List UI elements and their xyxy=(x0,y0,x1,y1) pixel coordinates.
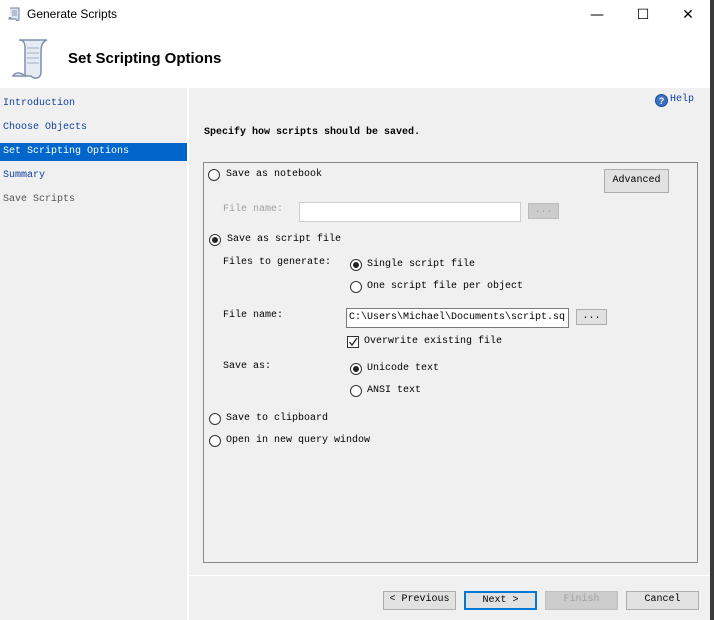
save-to-clipboard-label: Save to clipboard xyxy=(226,413,329,424)
overwrite-checkbox[interactable] xyxy=(347,336,359,348)
page-title: Set Scripting Options xyxy=(68,50,222,67)
sidebar-item-summary[interactable]: Summary xyxy=(0,167,187,185)
sidebar-item-save-scripts: Save Scripts xyxy=(3,194,76,205)
background-strip xyxy=(710,0,714,620)
maximize-button[interactable]: ☐ xyxy=(628,4,658,26)
window-title: Generate Scripts xyxy=(27,7,118,21)
help-link[interactable]: Help xyxy=(670,94,694,105)
footer-divider xyxy=(189,575,710,576)
file-name-label: File name: xyxy=(223,310,284,321)
ansi-text-label: ANSI text xyxy=(367,385,422,396)
scroll-icon xyxy=(8,7,20,21)
svg-text:?: ? xyxy=(659,96,665,106)
save-to-clipboard-radio[interactable] xyxy=(209,413,221,425)
save-notebook-radio[interactable] xyxy=(208,169,220,181)
sidebar-item-choose-objects[interactable]: Choose Objects xyxy=(0,119,187,137)
advanced-button[interactable]: Advanced xyxy=(604,169,669,193)
save-as-label: Save as: xyxy=(223,361,272,372)
previous-button[interactable]: < Previous xyxy=(383,591,456,610)
notebook-file-name-label: File name: xyxy=(223,204,284,215)
single-script-file-label: Single script file xyxy=(367,259,476,270)
one-file-per-object-label: One script file per object xyxy=(367,281,524,292)
scroll-icon xyxy=(11,39,48,79)
sidebar-item-introduction[interactable]: Introduction xyxy=(0,95,187,113)
single-script-file-radio[interactable] xyxy=(350,259,362,271)
help-icon[interactable]: ? xyxy=(655,94,668,107)
unicode-text-label: Unicode text xyxy=(367,363,440,374)
files-to-generate-label: Files to generate: xyxy=(223,257,332,268)
notebook-browse-button: ... xyxy=(528,203,559,219)
file-name-input[interactable]: C:\Users\Michael\Documents\script.sq xyxy=(346,308,569,328)
minimize-button[interactable]: — xyxy=(582,4,612,26)
notebook-file-name-input xyxy=(299,202,521,222)
open-query-window-label: Open in new query window xyxy=(226,435,371,446)
open-query-window-radio[interactable] xyxy=(209,435,221,447)
save-script-file-radio[interactable] xyxy=(209,234,221,246)
save-notebook-label: Save as notebook xyxy=(226,169,323,180)
ansi-text-radio[interactable] xyxy=(350,385,362,397)
close-button[interactable]: ✕ xyxy=(673,4,703,26)
checkmark-icon xyxy=(349,337,358,347)
section-heading: Specify how scripts should be saved. xyxy=(204,127,421,138)
overwrite-label: Overwrite existing file xyxy=(364,336,503,347)
options-group xyxy=(203,162,698,563)
browse-button[interactable]: ... xyxy=(576,309,607,325)
save-script-file-label: Save as script file xyxy=(227,234,342,245)
finish-button: Finish xyxy=(545,591,618,610)
sidebar-item-set-scripting-options[interactable]: Set Scripting Options xyxy=(0,143,187,161)
next-button[interactable]: Next > xyxy=(464,591,537,610)
unicode-text-radio[interactable] xyxy=(350,363,362,375)
cancel-button[interactable]: Cancel xyxy=(626,591,699,610)
one-file-per-object-radio[interactable] xyxy=(350,281,362,293)
